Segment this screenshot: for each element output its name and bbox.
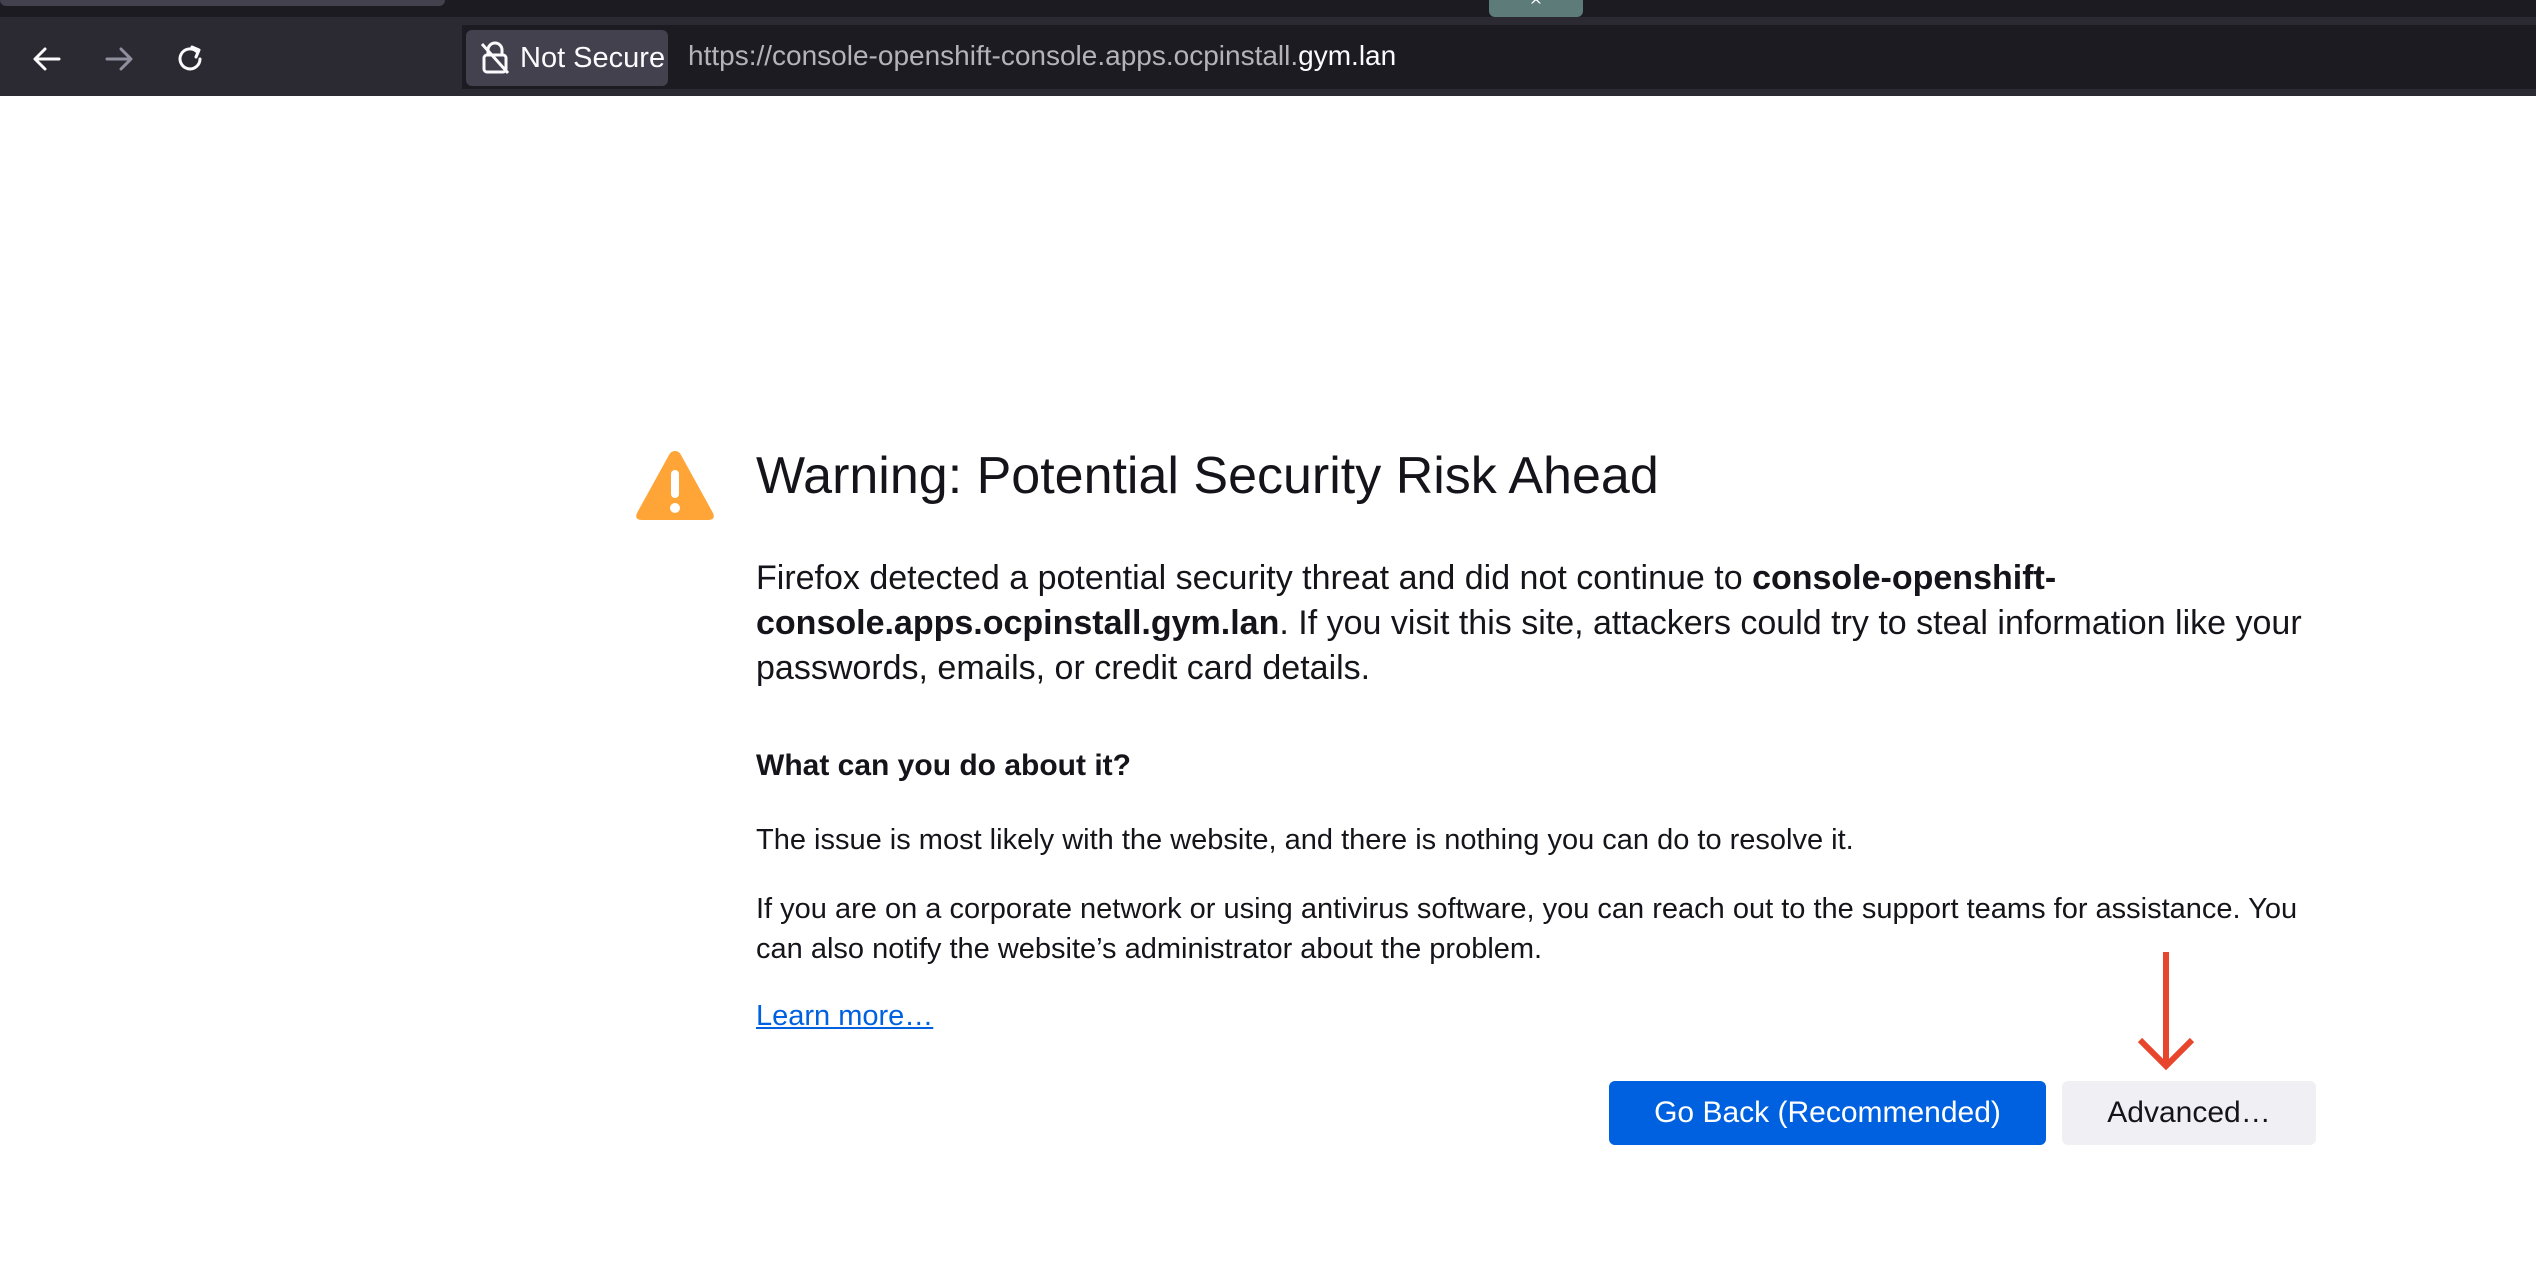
back-arrow-icon bbox=[33, 47, 61, 71]
site-security-indicator[interactable]: Not Secure bbox=[466, 30, 668, 86]
advanced-button[interactable]: Advanced… bbox=[2062, 1081, 2316, 1145]
url-text[interactable]: https://console-openshift-console.apps.o… bbox=[688, 40, 1396, 72]
back-button[interactable] bbox=[19, 37, 75, 81]
tab-strip: ^ bbox=[0, 0, 2536, 17]
corporate-network-paragraph: If you are on a corporate network or usi… bbox=[756, 893, 2298, 965]
url-host: gym.lan bbox=[1298, 40, 1397, 71]
forward-button[interactable] bbox=[91, 37, 147, 81]
warning-icon bbox=[636, 451, 714, 520]
not-secure-label: Not Secure bbox=[520, 41, 666, 74]
chevron-up-icon: ^ bbox=[1529, 0, 1543, 15]
collapse-toolbar-button[interactable]: ^ bbox=[1489, 0, 1583, 17]
intro-text: Firefox detected a potential security th… bbox=[756, 556, 2326, 691]
insecure-lock-icon bbox=[480, 41, 510, 75]
annotation-arrow-icon bbox=[2137, 952, 2195, 1071]
what-can-you-do-heading: What can you do about it? bbox=[756, 749, 1131, 782]
reload-icon bbox=[178, 45, 202, 71]
reload-button[interactable] bbox=[163, 37, 219, 81]
address-bar[interactable]: Not Secure https://console-openshift-con… bbox=[462, 25, 2536, 89]
go-back-button[interactable]: Go Back (Recommended) bbox=[1609, 1081, 2046, 1145]
page-title: Warning: Potential Security Risk Ahead bbox=[756, 447, 1659, 505]
url-prefix: https://console-openshift-console.apps.o… bbox=[688, 40, 1299, 71]
intro-text-start: Firefox detected a potential security th… bbox=[756, 559, 1753, 597]
issue-paragraph: The issue is most likely with the websit… bbox=[756, 824, 1854, 856]
learn-more-link[interactable]: Learn more… bbox=[756, 1000, 933, 1033]
forward-arrow-icon bbox=[105, 47, 133, 71]
active-tab[interactable] bbox=[0, 0, 445, 6]
navigation-toolbar: Not Secure https://console-openshift-con… bbox=[0, 17, 2536, 96]
